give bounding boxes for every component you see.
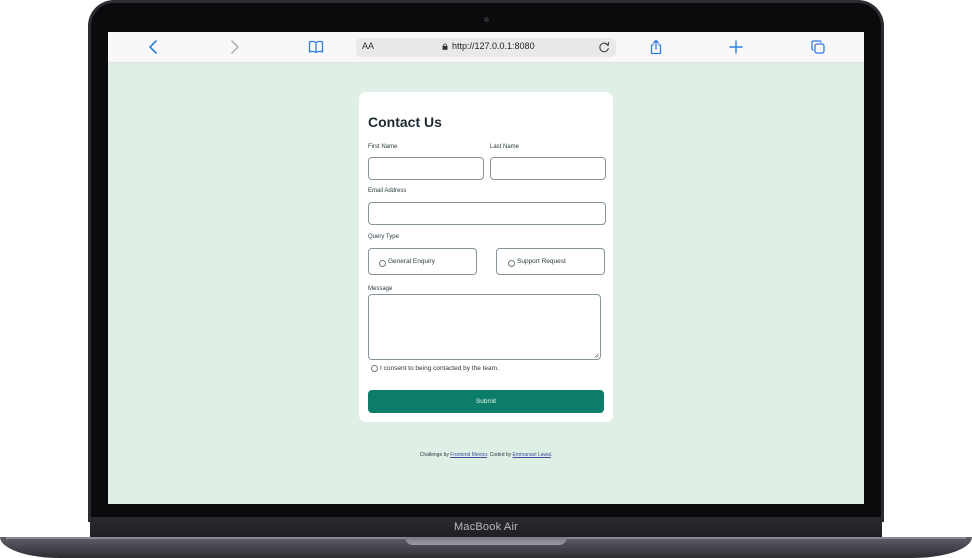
share-icon[interactable] [646,38,666,56]
frontend-mentor-link[interactable]: Frontend Mentor [450,452,487,458]
consent-checkbox[interactable] [371,365,378,372]
camera-icon [484,17,489,22]
email-field[interactable] [368,202,606,225]
first-name-field[interactable] [368,157,484,180]
query-option-support-label: Support Request [517,258,566,265]
radio-circle-icon[interactable] [508,260,515,267]
address-bar[interactable]: AA http://127.0.0.1:8080 [356,38,616,57]
text-size-button[interactable]: AA [362,41,374,51]
browser-toolbar: AA http://127.0.0.1:8080 [108,32,864,63]
contact-form-card: Contact Us First Name Last Name Email Ad… [359,92,613,422]
query-option-support[interactable]: Support Request [496,248,605,275]
last-name-field[interactable] [490,157,606,180]
screen: AA http://127.0.0.1:8080 Contact Us Firs… [108,32,864,504]
author-link[interactable]: Emmanuel Lawal [513,452,551,458]
form-title: Contact Us [368,114,442,130]
resize-handle-icon[interactable] [594,353,599,358]
last-name-label: Last Name [490,144,520,150]
attribution-prefix: Challenge by [419,452,451,458]
forward-icon[interactable] [224,38,244,56]
back-icon[interactable] [144,38,164,56]
query-type-label: Query Type [368,234,399,240]
first-name-label: First Name [368,144,398,150]
bookmarks-icon[interactable] [306,38,326,56]
submit-button[interactable]: Submit [368,390,604,413]
query-option-general-label: General Enquiry [388,258,435,265]
device-brand-label: MacBook Air [454,521,518,533]
url-text: http://127.0.0.1:8080 [452,41,535,51]
reload-icon[interactable] [597,40,611,54]
attribution-suffix: . [550,452,553,458]
laptop-frame: AA http://127.0.0.1:8080 Contact Us Firs… [0,0,972,558]
message-textarea[interactable] [368,294,601,360]
new-tab-icon[interactable] [726,38,746,56]
attribution-middle: . Coded by [486,452,513,458]
laptop-notch [405,537,567,545]
tabs-overview-icon[interactable] [808,38,828,56]
radio-circle-icon[interactable] [379,260,386,267]
lock-icon [442,43,448,50]
message-label: Message [368,286,393,292]
query-option-general[interactable]: General Enquiry [368,248,477,275]
attribution-footer: Challenge by Frontend Mentor. Coded by E… [108,452,864,458]
email-label: Email Address [368,188,407,194]
consent-label: I consent to being contacted by the team… [380,365,499,372]
